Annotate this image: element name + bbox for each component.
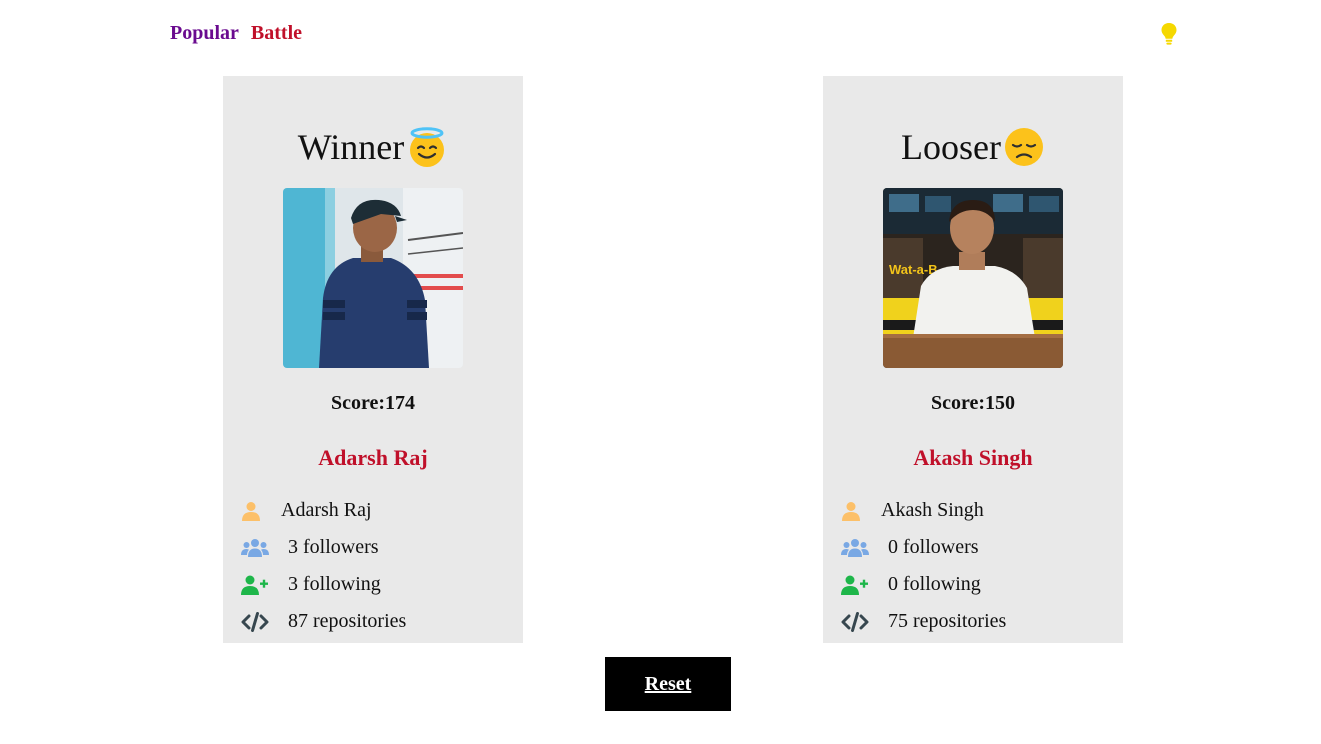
player-name-link[interactable]: Akash Singh	[823, 445, 1123, 471]
stat-following-text: 3 following	[288, 573, 381, 595]
user-plus-icon	[241, 573, 271, 597]
top-nav: Popular Battle	[170, 22, 309, 45]
stat-repositories-text: 75 repositories	[888, 610, 1007, 632]
stat-login-text: Akash Singh	[881, 499, 984, 521]
stat-following-text: 0 following	[888, 573, 981, 595]
score-text: Score:150	[930, 392, 1016, 414]
player-stats-list: Adarsh Raj 3 followers 3 following 87 re…	[241, 492, 511, 640]
avatar-photo	[283, 188, 463, 368]
player-name-link[interactable]: Adarsh Raj	[223, 445, 523, 471]
avatar-photo: Wat-a-B	[883, 188, 1063, 368]
score-text: Score:174	[330, 392, 416, 414]
stat-followers-text: 3 followers	[288, 536, 379, 558]
stat-following: 3 following	[241, 566, 511, 603]
stat-repositories-text: 87 repositories	[288, 610, 407, 632]
disappointed-face-icon	[1003, 126, 1045, 168]
user-plus-icon	[841, 573, 871, 597]
result-heading: Looser	[823, 124, 1123, 170]
player-card-loser: Looser Wat-a-B Score:150 Akash Singh Aka…	[823, 76, 1123, 643]
result-heading: Winner	[223, 124, 523, 170]
nav-battle-link[interactable]: Battle	[251, 22, 302, 44]
user-icon	[841, 499, 871, 523]
player-card-winner: Winner Score:174 Adarsh Raj Adarsh Raj 3…	[223, 76, 523, 643]
player-stats-list: Akash Singh 0 followers 0 following 75 r…	[841, 492, 1111, 640]
users-icon	[241, 536, 271, 560]
result-label: Winner	[297, 127, 405, 167]
stat-followers: 0 followers	[841, 529, 1111, 566]
stat-repositories: 75 repositories	[841, 603, 1111, 640]
nav-popular-link[interactable]: Popular	[170, 22, 239, 44]
stat-login: Adarsh Raj	[241, 492, 511, 529]
stat-login-text: Adarsh Raj	[281, 499, 372, 521]
stat-login: Akash Singh	[841, 492, 1111, 529]
lightbulb-icon[interactable]	[1160, 22, 1178, 46]
code-icon	[241, 610, 271, 634]
stat-following: 0 following	[841, 566, 1111, 603]
reset-button[interactable]: Reset	[605, 657, 731, 711]
users-icon	[841, 536, 871, 560]
stat-followers: 3 followers	[241, 529, 511, 566]
user-icon	[241, 499, 271, 523]
smiling-face-with-halo-icon	[406, 126, 448, 168]
stat-followers-text: 0 followers	[888, 536, 979, 558]
code-icon	[841, 610, 871, 634]
stat-repositories: 87 repositories	[241, 603, 511, 640]
result-label: Looser	[901, 127, 1001, 167]
